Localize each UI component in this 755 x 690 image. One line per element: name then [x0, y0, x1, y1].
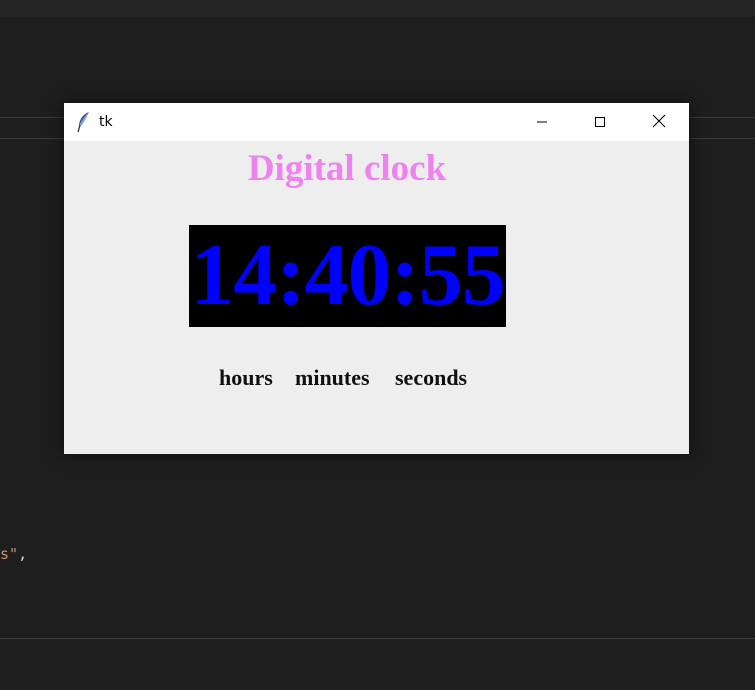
code-punctuation: ,	[18, 545, 28, 563]
maximize-button[interactable]	[571, 103, 629, 141]
maximize-icon	[594, 113, 606, 132]
tk-window: tk Digital clock 14:40:55 hours minutes …	[64, 103, 689, 454]
page-title: Digital clock	[247, 148, 447, 189]
editor-divider	[0, 638, 755, 639]
close-button[interactable]	[629, 103, 689, 141]
feather-icon	[76, 111, 92, 133]
clock-time: 14:40:55	[190, 227, 506, 324]
hours-label: hours	[219, 365, 273, 390]
code-string-fragment: s"	[0, 545, 19, 563]
editor-top-bar	[0, 0, 755, 17]
minutes-label: minutes	[295, 365, 370, 390]
minimize-button[interactable]	[513, 103, 571, 141]
editor-code-fragment: s",	[0, 544, 27, 564]
seconds-label: seconds	[395, 365, 468, 390]
minimize-icon	[536, 113, 548, 132]
window-content: Digital clock 14:40:55 hours minutes sec…	[64, 141, 689, 454]
title-bar[interactable]: tk	[64, 103, 689, 141]
close-icon	[652, 113, 666, 132]
clock-display: 14:40:55	[189, 225, 506, 327]
window-title: tk	[99, 114, 113, 130]
